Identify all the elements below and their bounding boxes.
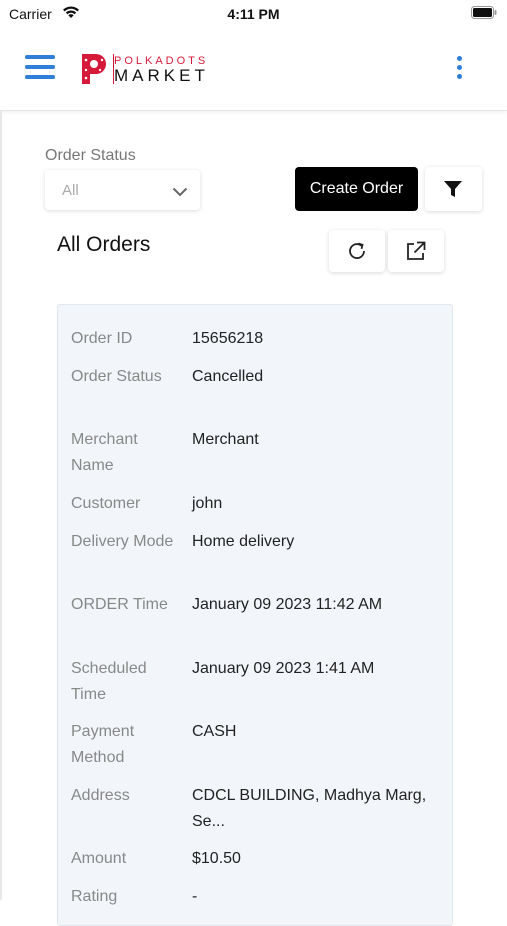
create-order-button[interactable]: Create Order bbox=[295, 167, 418, 211]
external-link-icon bbox=[407, 241, 426, 260]
rating-label: Rating bbox=[71, 888, 118, 905]
filter-button[interactable] bbox=[425, 167, 482, 211]
polkadots-market-logo: POLKADOTS MARKET bbox=[80, 52, 220, 88]
merchant-name-label: Merchant Name bbox=[71, 431, 138, 474]
logo-bottom-text: MARKET bbox=[114, 66, 209, 85]
customer-value: john bbox=[192, 495, 223, 512]
logo-p-mark bbox=[82, 54, 106, 84]
scheduled-time-value: January 09 2023 1:41 AM bbox=[192, 660, 375, 677]
amount-label: Amount bbox=[71, 850, 127, 867]
clock: 4:11 PM bbox=[227, 6, 280, 22]
order-status-value: All bbox=[62, 182, 79, 199]
delivery-mode-label: Delivery Mode bbox=[71, 533, 174, 550]
merchant-name-value: Merchant bbox=[192, 431, 259, 448]
order-status-field-label: Order Status bbox=[71, 368, 162, 385]
amount-value: $10.50 bbox=[192, 850, 241, 867]
page-title: All Orders bbox=[57, 233, 151, 256]
order-status-field-value: Cancelled bbox=[192, 368, 264, 385]
more-options-icon[interactable] bbox=[452, 56, 466, 82]
orders-page: Order Status All Create Order All Orders… bbox=[0, 111, 507, 926]
order-id-label: Order ID bbox=[71, 330, 133, 347]
status-bar: Carrier 4:11 PM bbox=[0, 0, 507, 30]
order-status-select[interactable]: All bbox=[45, 170, 200, 210]
refresh-icon bbox=[349, 242, 365, 259]
rating-value: - bbox=[192, 888, 198, 905]
refresh-button[interactable] bbox=[329, 230, 385, 272]
payment-method-value: CASH bbox=[192, 723, 237, 740]
app-header: POLKADOTS MARKET bbox=[0, 30, 507, 111]
order-time-label: ORDER Time bbox=[71, 596, 168, 613]
order-status-label: Order Status bbox=[45, 147, 136, 164]
battery-icon bbox=[471, 6, 497, 19]
order-time-value: January 09 2023 11:42 AM bbox=[192, 596, 383, 613]
address-value: CDCL BUILDING, Madhya Marg, Se... bbox=[192, 787, 427, 830]
filter-icon bbox=[444, 181, 462, 197]
order-card[interactable]: Order ID 15656218 Order Status Cancelled… bbox=[57, 304, 453, 926]
export-button[interactable] bbox=[388, 230, 444, 272]
payment-method-label: Payment Method bbox=[71, 723, 135, 766]
order-id-value: 15656218 bbox=[192, 330, 264, 347]
delivery-mode-value: Home delivery bbox=[192, 533, 295, 550]
chevron-down-icon bbox=[172, 184, 188, 202]
customer-label: Customer bbox=[71, 495, 141, 512]
scheduled-time-label: Scheduled Time bbox=[71, 660, 147, 703]
address-label: Address bbox=[71, 787, 130, 804]
hamburger-menu-icon[interactable] bbox=[25, 55, 57, 81]
